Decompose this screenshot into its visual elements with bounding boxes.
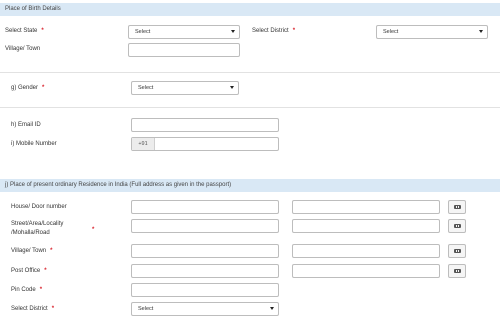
post-office-input[interactable] [131, 264, 279, 278]
residence-village-input[interactable] [131, 244, 279, 258]
required-mark: * [50, 248, 53, 254]
required-mark: * [51, 306, 55, 312]
birth-village-input[interactable] [128, 43, 240, 57]
mobile-field[interactable]: +91 [131, 137, 279, 151]
birth-village-label: Village/ Town [5, 46, 41, 52]
keyboard-button[interactable] [448, 264, 466, 278]
gender-select[interactable]: Select [131, 81, 239, 95]
house-input-local[interactable] [292, 200, 440, 214]
section-divider [0, 72, 500, 73]
chevron-down-icon [270, 307, 274, 310]
chevron-down-icon [479, 30, 483, 33]
required-mark: * [41, 28, 44, 34]
street-input-local[interactable] [292, 219, 440, 233]
house-input[interactable] [131, 200, 279, 214]
gender-select-value: Select [138, 85, 154, 91]
birth-section-header: Place of Birth Details [0, 3, 500, 16]
state-select[interactable]: Select [128, 25, 240, 39]
residence-section-header: j) Place of present ordinary Residence i… [0, 179, 500, 192]
keyboard-button[interactable] [448, 244, 466, 258]
gender-label: g) Gender * [11, 85, 45, 91]
residence-section-title: j) Place of present ordinary Residence i… [5, 182, 232, 188]
required-mark: * [39, 287, 43, 293]
street-input[interactable] [131, 219, 279, 233]
residence-district-select-value: Select [138, 306, 154, 312]
chevron-down-icon [231, 30, 235, 33]
state-label: Select State * [5, 28, 44, 34]
keyboard-icon [454, 249, 461, 253]
state-select-value: Select [135, 29, 151, 35]
pin-code-input[interactable] [131, 283, 279, 297]
keyboard-icon [454, 224, 461, 228]
residence-district-label: Select District * [11, 306, 55, 312]
required-mark: * [44, 268, 47, 274]
district-select-value: Select [383, 29, 399, 35]
required-mark: * [42, 85, 45, 91]
residence-village-label: Village/ Town * [11, 248, 53, 254]
street-label: Street/Area/Locality /Mohalla/Road [11, 221, 64, 236]
house-label: House/ Door number [11, 204, 67, 210]
keyboard-button[interactable] [448, 200, 466, 214]
residence-village-input-local[interactable] [292, 244, 440, 258]
district-select[interactable]: Select [376, 25, 488, 39]
residence-district-select[interactable]: Select [131, 302, 279, 316]
birth-section-title: Place of Birth Details [5, 6, 61, 12]
email-label: h) Email ID [11, 122, 41, 128]
required-mark: * [292, 28, 296, 34]
mobile-label: i) Mobile Number [11, 141, 57, 147]
keyboard-icon [454, 205, 461, 209]
country-code-prefix: +91 [132, 138, 155, 150]
post-office-label: Post Office * [11, 268, 47, 274]
pin-code-label: Pin Code * [11, 287, 43, 293]
keyboard-button[interactable] [448, 219, 466, 233]
email-field[interactable] [131, 118, 279, 132]
required-mark: * [92, 227, 95, 233]
district-label: Select District * [252, 28, 296, 34]
section-divider [0, 107, 500, 108]
post-office-input-local[interactable] [292, 264, 440, 278]
keyboard-icon [454, 269, 461, 273]
chevron-down-icon [230, 86, 234, 89]
